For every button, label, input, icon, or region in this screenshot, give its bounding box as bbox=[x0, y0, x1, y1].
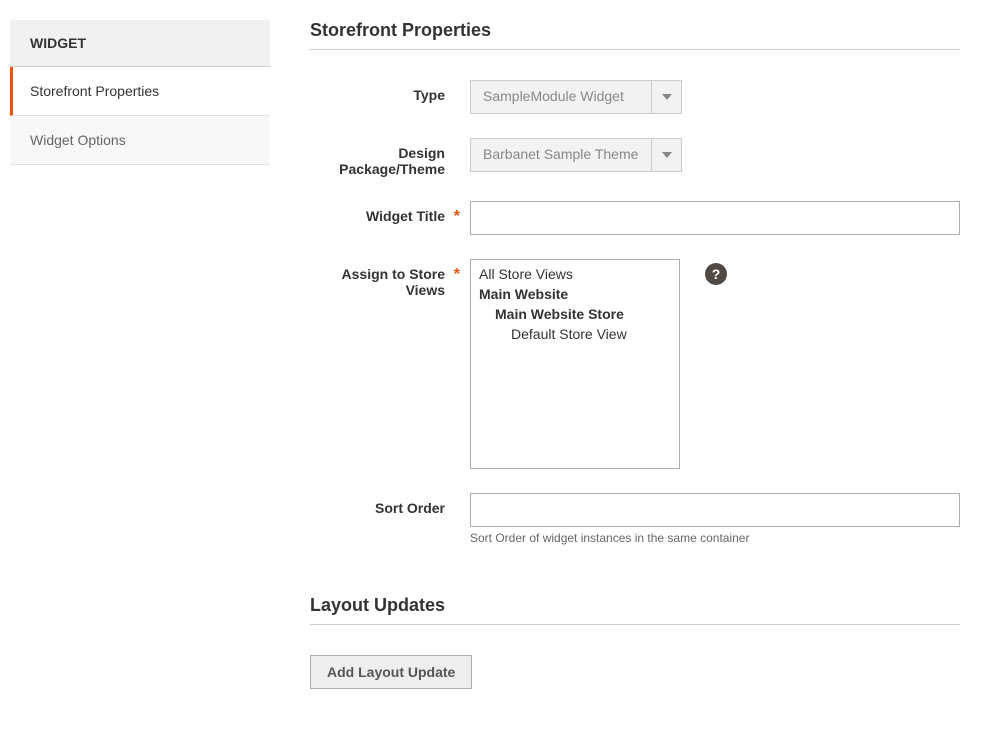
sort-order-input[interactable] bbox=[470, 493, 960, 527]
chevron-down-icon bbox=[651, 139, 681, 171]
main-content: Storefront Properties Type SampleModule … bbox=[310, 20, 990, 689]
sidebar-tab-label: Storefront Properties bbox=[30, 83, 159, 99]
sidebar-tab-widget-options[interactable]: Widget Options bbox=[10, 116, 270, 165]
section-title-storefront: Storefront Properties bbox=[310, 20, 960, 50]
label-store-views: Assign to Store Views bbox=[310, 259, 470, 298]
theme-select-disabled: Barbanet Sample Theme bbox=[470, 138, 682, 172]
label-sort-order: Sort Order bbox=[310, 493, 470, 516]
section-title-layout: Layout Updates bbox=[310, 595, 960, 625]
type-select-value: SampleModule Widget bbox=[471, 81, 651, 113]
chevron-down-icon bbox=[651, 81, 681, 113]
field-row-type: Type SampleModule Widget bbox=[310, 80, 960, 114]
store-option-all[interactable]: All Store Views bbox=[471, 264, 679, 284]
add-layout-update-button[interactable]: Add Layout Update bbox=[310, 655, 472, 689]
field-row-widget-title: Widget Title bbox=[310, 201, 960, 235]
widget-sidebar: WIDGET Storefront Properties Widget Opti… bbox=[10, 20, 270, 689]
sidebar-tab-storefront-properties[interactable]: Storefront Properties bbox=[10, 67, 270, 116]
field-row-store-views: Assign to Store Views All Store Views Ma… bbox=[310, 259, 960, 469]
sort-order-note: Sort Order of widget instances in the sa… bbox=[470, 531, 960, 545]
field-row-theme: Design Package/Theme Barbanet Sample The… bbox=[310, 138, 960, 177]
sidebar-header: WIDGET bbox=[10, 20, 270, 67]
help-icon[interactable]: ? bbox=[705, 263, 727, 285]
theme-select-value: Barbanet Sample Theme bbox=[471, 139, 651, 171]
label-theme: Design Package/Theme bbox=[310, 138, 470, 177]
field-row-sort-order: Sort Order Sort Order of widget instance… bbox=[310, 493, 960, 545]
layout-updates-section: Layout Updates Add Layout Update bbox=[310, 595, 960, 689]
type-select-disabled: SampleModule Widget bbox=[470, 80, 682, 114]
sidebar-tab-label: Widget Options bbox=[30, 132, 126, 148]
label-widget-title: Widget Title bbox=[310, 201, 470, 224]
store-option-store[interactable]: Main Website Store bbox=[471, 304, 679, 324]
store-option-storeview[interactable]: Default Store View bbox=[471, 324, 679, 344]
store-views-multiselect[interactable]: All Store Views Main Website Main Websit… bbox=[470, 259, 680, 469]
widget-title-input[interactable] bbox=[470, 201, 960, 235]
label-type: Type bbox=[310, 80, 470, 103]
store-option-website[interactable]: Main Website bbox=[471, 284, 679, 304]
